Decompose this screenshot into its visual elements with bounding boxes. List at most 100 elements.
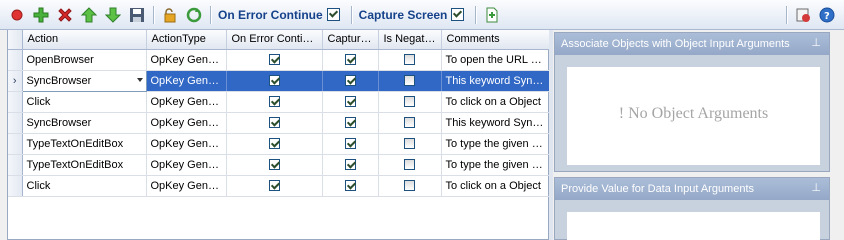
action-cell[interactable]: TypeTextOnEditBox — [22, 133, 147, 155]
capture-checkbox-box[interactable] — [344, 159, 356, 171]
splitter[interactable] — [549, 30, 553, 240]
capture-checkbox-box[interactable] — [344, 180, 356, 192]
chevron-down-icon[interactable] — [136, 77, 143, 82]
report-icon[interactable] — [792, 4, 813, 25]
table-row[interactable]: Click OpKey Gene… To click on a Object — [8, 175, 550, 197]
is-negate-checkbox[interactable] — [378, 112, 442, 134]
comments-cell[interactable]: To click on a Object — [441, 91, 550, 113]
pin-icon[interactable]: ⊥ — [811, 36, 821, 49]
row-indicator[interactable] — [8, 133, 23, 155]
capture-checkbox[interactable] — [322, 91, 379, 113]
action-cell[interactable]: Click — [22, 175, 147, 197]
capture-checkbox[interactable] — [322, 70, 379, 92]
action-type-cell[interactable]: OpKey Gene… — [146, 133, 227, 155]
on-error-checkbox-box[interactable] — [268, 159, 280, 171]
is-negate-checkbox-box[interactable] — [404, 117, 415, 129]
on-error-checkbox[interactable] — [226, 91, 323, 113]
is-negate-checkbox[interactable] — [378, 70, 442, 92]
action-cell[interactable]: OpenBrowser — [22, 49, 147, 71]
capture-checkbox[interactable] — [322, 154, 379, 176]
row-indicator[interactable] — [8, 154, 23, 176]
on-error-checkbox[interactable] — [226, 112, 323, 134]
pin-icon[interactable]: ⊥ — [811, 181, 821, 194]
table-row[interactable]: OpenBrowser OpKey Gene… To open the URL o… — [8, 49, 550, 71]
table-row[interactable]: › SyncBrowser OpKey Gene… This keyword Sync… — [8, 69, 550, 92]
on-error-checkbox-box[interactable] — [268, 75, 280, 87]
row-indicator[interactable] — [8, 112, 23, 134]
comments-cell[interactable]: To type the given … — [441, 154, 550, 176]
on-error-checkbox[interactable] — [226, 175, 323, 197]
action-type-cell[interactable]: OpKey Gene… — [146, 91, 227, 113]
column-header-is-negate[interactable]: Is Negat… — [378, 30, 442, 50]
on-error-checkbox-box[interactable] — [268, 117, 280, 129]
capture-checkbox-box[interactable] — [344, 96, 356, 108]
column-header-capture[interactable]: Captur… — [322, 30, 379, 50]
is-negate-checkbox-box[interactable] — [404, 54, 415, 66]
comments-cell[interactable]: To click on a Object — [441, 175, 550, 197]
capture-checkbox[interactable] — [322, 133, 379, 155]
action-cell[interactable]: SyncBrowser — [21, 69, 147, 92]
capture-checkbox[interactable] — [322, 49, 379, 71]
table-row[interactable]: TypeTextOnEditBox OpKey Gene… To type the … — [8, 154, 550, 176]
capture-checkbox-box[interactable] — [344, 117, 356, 129]
is-negate-checkbox[interactable] — [378, 154, 442, 176]
move-up-icon[interactable] — [78, 4, 99, 25]
action-type-cell[interactable]: OpKey Gene… — [146, 49, 227, 71]
capture-checkbox[interactable] — [322, 112, 379, 134]
help-icon[interactable]: ? — [816, 4, 837, 25]
on-error-checkbox[interactable] — [226, 70, 323, 92]
comments-cell[interactable]: This keyword Sync… — [441, 112, 550, 134]
capture-checkbox-box[interactable] — [344, 54, 356, 66]
capture-checkbox[interactable] — [322, 175, 379, 197]
comments-cell[interactable]: This keyword Sync… — [441, 70, 550, 92]
action-type-cell[interactable]: OpKey Gene… — [146, 154, 227, 176]
move-down-icon[interactable] — [102, 4, 123, 25]
is-negate-checkbox[interactable] — [378, 175, 442, 197]
action-type-cell[interactable]: OpKey Gene… — [146, 70, 227, 92]
on-error-checkbox-box[interactable] — [268, 96, 280, 108]
on-error-checkbox[interactable] — [226, 154, 323, 176]
is-negate-checkbox-box[interactable] — [404, 96, 415, 108]
is-negate-checkbox-box[interactable] — [404, 75, 415, 87]
column-header-on-error-continue[interactable]: On Error Conti… — [226, 30, 323, 50]
table-row[interactable]: TypeTextOnEditBox OpKey Gene… To type the … — [8, 133, 550, 155]
on-error-checkbox-box[interactable] — [268, 180, 280, 192]
row-indicator[interactable] — [8, 91, 23, 113]
is-negate-checkbox[interactable] — [378, 49, 442, 71]
comments-cell[interactable]: To type the given … — [441, 133, 550, 155]
column-header-action[interactable]: Action — [22, 30, 147, 50]
table-row[interactable]: SyncBrowser OpKey Gene… This keyword Sync… — [8, 112, 550, 134]
table-row[interactable]: Click OpKey Gene… To click on a Object — [8, 91, 550, 113]
column-header-action-type[interactable]: ActionType — [146, 30, 227, 50]
is-negate-checkbox-box[interactable] — [404, 180, 415, 192]
record-icon[interactable] — [6, 4, 27, 25]
action-cell[interactable]: SyncBrowser — [22, 112, 147, 134]
action-type-cell[interactable]: OpKey Gene… — [146, 112, 227, 134]
column-header-comments[interactable]: Comments — [441, 30, 550, 50]
on-error-checkbox-box[interactable] — [268, 54, 280, 66]
row-indicator[interactable] — [8, 175, 23, 197]
action-type-cell[interactable]: OpKey Gene… — [146, 175, 227, 197]
add-step-icon[interactable] — [481, 4, 502, 25]
action-cell[interactable]: TypeTextOnEditBox — [22, 154, 147, 176]
row-indicator[interactable]: › — [8, 70, 23, 92]
on-error-checkbox[interactable] — [226, 133, 323, 155]
is-negate-checkbox-box[interactable] — [404, 159, 415, 171]
on-error-continue-checkbox[interactable] — [326, 8, 340, 21]
unlock-icon[interactable] — [159, 4, 180, 25]
capture-checkbox-box[interactable] — [344, 138, 356, 150]
capture-screen-checkbox[interactable] — [451, 8, 465, 21]
row-indicator[interactable] — [8, 49, 23, 71]
delete-icon[interactable] — [54, 4, 75, 25]
refresh-icon[interactable] — [183, 4, 204, 25]
is-negate-checkbox-box[interactable] — [404, 138, 415, 150]
save-icon[interactable] — [126, 4, 147, 25]
on-error-checkbox-box[interactable] — [268, 138, 280, 150]
add-icon[interactable] — [30, 4, 51, 25]
is-negate-checkbox[interactable] — [378, 133, 442, 155]
capture-checkbox-box[interactable] — [344, 75, 356, 87]
comments-cell[interactable]: To open the URL o… — [441, 49, 550, 71]
is-negate-checkbox[interactable] — [378, 91, 442, 113]
action-cell[interactable]: Click — [22, 91, 147, 113]
on-error-checkbox[interactable] — [226, 49, 323, 71]
